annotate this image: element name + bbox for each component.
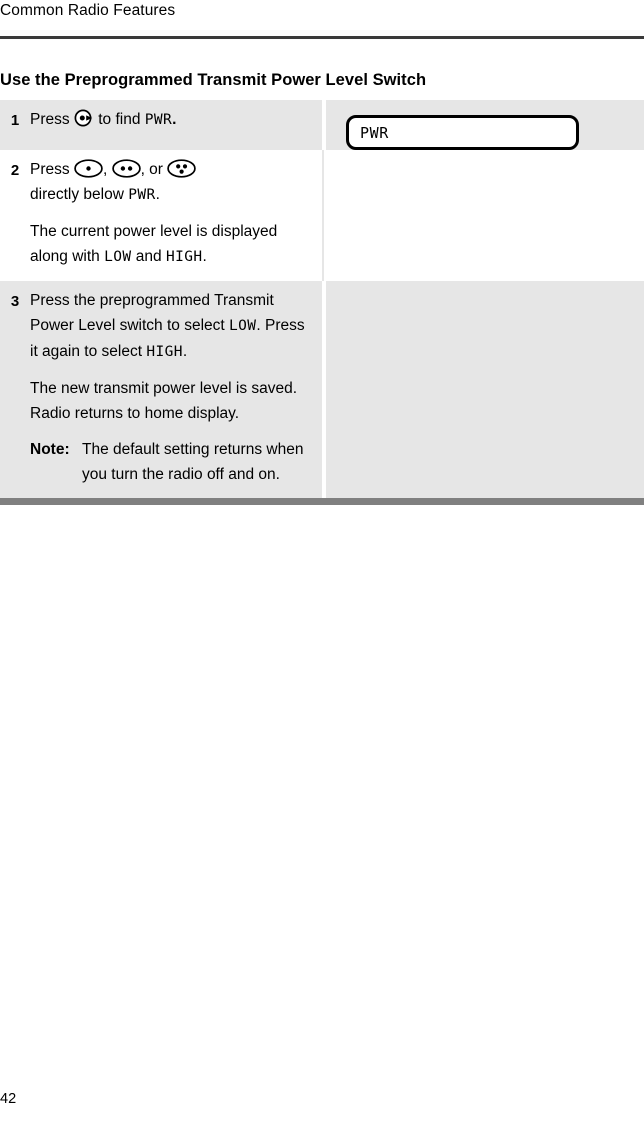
column-separator [324, 150, 326, 281]
one-dot-button-icon [74, 159, 103, 178]
table-row: 3 Press the preprogrammed Transmit Power… [0, 281, 644, 498]
step-text: Press to find PWR. [30, 107, 312, 133]
step2-para2-lcd-low: LOW [104, 249, 132, 265]
column-separator [324, 281, 326, 498]
step1-lcd-word: PWR [144, 112, 173, 128]
note-label: Note: [30, 441, 70, 458]
step-text: Press the preprogrammed Transmit Power L… [30, 288, 312, 487]
step3-lcd-high: HIGH [146, 344, 183, 360]
illustration-cell [322, 150, 644, 281]
step2-icon-sep-2: , or [140, 161, 168, 178]
step-cell: 3 Press the preprogrammed Transmit Power… [0, 281, 322, 498]
step2-line2-end: . [155, 186, 160, 203]
step3-para1-end: . [182, 343, 188, 360]
step1-text-end: . [172, 111, 177, 128]
lcd-display-wrap: PWR [324, 100, 644, 150]
illustration-cell: PWR [322, 100, 644, 150]
step-number: 2 [10, 162, 20, 179]
table-footer-bar [0, 498, 644, 505]
table-row: 2 Press , , or directly below PWR. The c… [0, 150, 644, 281]
page-header: Common Radio Features [0, 0, 644, 42]
step2-para2-lcd-high: HIGH [165, 249, 203, 265]
header-divider-rule [0, 36, 644, 39]
three-dot-button-icon [167, 159, 197, 178]
step3-para2: The new transmit power level is saved. R… [30, 380, 298, 422]
step2-line2-prefix: directly below [30, 186, 129, 203]
page-number: 42 [0, 1091, 17, 1107]
step-text: Press , , or directly below PWR. The cur… [30, 157, 312, 270]
step2-icon-sep-1: , [102, 161, 112, 178]
note-block: Note: The default setting returns when y… [30, 437, 312, 487]
lcd-display-text: PWR [360, 123, 389, 142]
step2-para2-part2: and [131, 248, 166, 265]
procedure-table: 1 Press to find PWR. PWR 2 Press , , or … [0, 100, 644, 505]
column-separator [324, 100, 326, 150]
radio-lcd-display: PWR [346, 115, 579, 150]
step2-line1-prefix: Press [30, 161, 74, 178]
illustration-cell [322, 281, 644, 498]
section-title: Use the Preprogrammed Transmit Power Lev… [0, 71, 427, 89]
running-header-title: Common Radio Features [0, 2, 176, 19]
step1-text-after-icon: to find [93, 111, 145, 128]
step-number: 1 [10, 112, 20, 129]
note-text: The default setting returns when you tur… [82, 441, 304, 483]
table-row: 1 Press to find PWR. PWR [0, 100, 644, 150]
step-cell: 1 Press to find PWR. [0, 100, 322, 150]
step-number: 3 [10, 293, 20, 310]
two-dot-button-icon [111, 159, 141, 178]
step-cell: 2 Press , , or directly below PWR. The c… [0, 150, 322, 281]
menu-select-button-icon [74, 108, 94, 128]
step2-line2-lcd-word: PWR [128, 187, 156, 203]
step2-para2-end: . [202, 248, 207, 265]
step1-text-before-icon: Press [30, 111, 74, 128]
step3-lcd-low: LOW [229, 318, 257, 334]
